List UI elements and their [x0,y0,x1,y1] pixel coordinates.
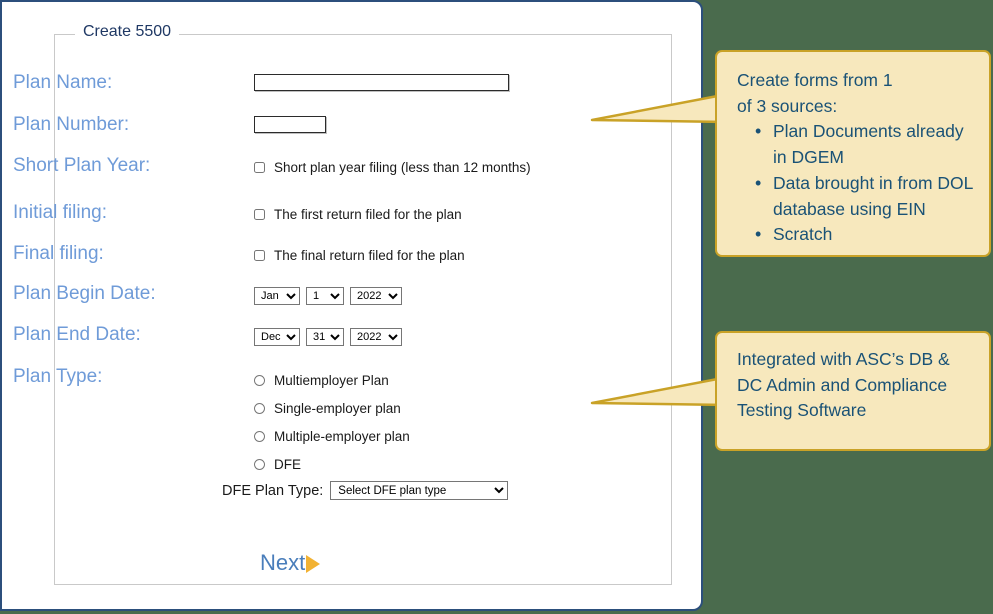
initial-filing-checkbox-label: The first return filed for the plan [274,207,462,222]
row-short-plan-year: Short Plan Year: Short plan year filing … [2,155,701,185]
plan-type-radio-multiple-employer[interactable] [254,430,265,442]
plan-name-input[interactable] [254,73,509,91]
plan-type-label-multiemployer: Multiemployer Plan [274,372,389,388]
callout-sources-lead: Create forms from 1 of 3 sources: [737,70,893,116]
label-plan-type: Plan Type: [13,366,103,387]
callout-sources-bullet: Plan Documents already in DGEM [751,118,979,170]
plan-begin-date-group: Jan 1 2022 [254,287,402,305]
dfe-plan-type-select[interactable]: Select DFE plan type [330,481,509,500]
label-initial-filing: Initial filing: [13,202,107,223]
callout-sources-list: Plan Documents already in DGEM Data brou… [737,118,979,248]
plan-type-option-single-employer[interactable]: Single-employer plan [254,394,410,422]
plan-begin-month-select[interactable]: Jan [254,287,300,305]
plan-type-radio-multiemployer[interactable] [254,374,265,386]
plan-type-radio-dfe[interactable] [254,458,265,470]
plan-end-day-select[interactable]: 31 [306,328,344,346]
callout-integration: Integrated with ASC’s DB & DC Admin and … [715,331,991,451]
row-final-filing: Final filing: The final return filed for… [2,243,701,273]
callout-pointer-sources [590,92,730,124]
plan-number-input[interactable] [254,115,326,133]
screenshot-root: Create 5500 Plan Name: Plan Number: Shor… [0,0,993,614]
callout-sources-bullet: Data brought in from DOL database using … [751,170,979,222]
next-button-label: Next [260,550,306,575]
row-plan-end-date: Plan End Date: Dec 31 2022 [2,324,701,354]
short-plan-year-checkbox-label: Short plan year filing (less than 12 mon… [274,160,531,175]
plan-end-date-group: Dec 31 2022 [254,328,402,346]
next-button[interactable]: Next [260,550,321,576]
fieldset-legend: Create 5500 [75,23,180,41]
short-plan-year-checkbox-wrap[interactable]: Short plan year filing (less than 12 mon… [254,160,531,175]
plan-type-radio-group: Multiemployer Plan Single-employer plan … [254,366,410,478]
final-filing-checkbox-wrap[interactable]: The final return filed for the plan [254,248,465,263]
callout-pointer-integration [590,375,730,407]
plan-type-option-dfe[interactable]: DFE [254,450,410,478]
plan-end-year-select[interactable]: 2022 [350,328,402,346]
plan-type-radio-single-employer[interactable] [254,402,265,414]
final-filing-checkbox[interactable] [254,250,265,261]
play-triangle-icon [306,555,321,573]
initial-filing-checkbox[interactable] [254,209,265,220]
plan-begin-day-select[interactable]: 1 [306,287,344,305]
label-final-filing: Final filing: [13,243,104,264]
label-plan-end-date: Plan End Date: [13,324,141,345]
label-plan-name: Plan Name: [13,72,113,93]
plan-type-option-multiemployer[interactable]: Multiemployer Plan [254,366,410,394]
row-initial-filing: Initial filing: The first return filed f… [2,202,701,232]
dfe-plan-type-row: DFE Plan Type: Select DFE plan type [222,481,509,500]
plan-type-label-dfe: DFE [274,456,301,472]
callout-sources: Create forms from 1 of 3 sources: Plan D… [715,50,991,257]
row-plan-begin-date: Plan Begin Date: Jan 1 2022 [2,283,701,313]
label-short-plan-year: Short Plan Year: [13,155,151,176]
callout-integration-body: Integrated with ASC’s DB & DC Admin and … [717,333,989,434]
final-filing-checkbox-label: The final return filed for the plan [274,248,465,263]
callout-integration-lead: Integrated with ASC’s DB & DC Admin and … [737,349,950,421]
plan-end-month-select[interactable]: Dec [254,328,300,346]
callout-sources-body: Create forms from 1 of 3 sources: Plan D… [717,52,989,258]
callout-sources-bullet: Scratch [751,221,979,248]
plan-begin-year-select[interactable]: 2022 [350,287,402,305]
label-plan-begin-date: Plan Begin Date: [13,283,156,304]
short-plan-year-checkbox[interactable] [254,162,265,173]
plan-type-label-multiple-employer: Multiple-employer plan [274,428,410,444]
label-plan-number: Plan Number: [13,114,130,135]
plan-type-option-multiple-employer[interactable]: Multiple-employer plan [254,422,410,450]
dfe-plan-type-label: DFE Plan Type: [222,482,324,499]
initial-filing-checkbox-wrap[interactable]: The first return filed for the plan [254,207,462,222]
plan-type-label-single-employer: Single-employer plan [274,400,401,416]
